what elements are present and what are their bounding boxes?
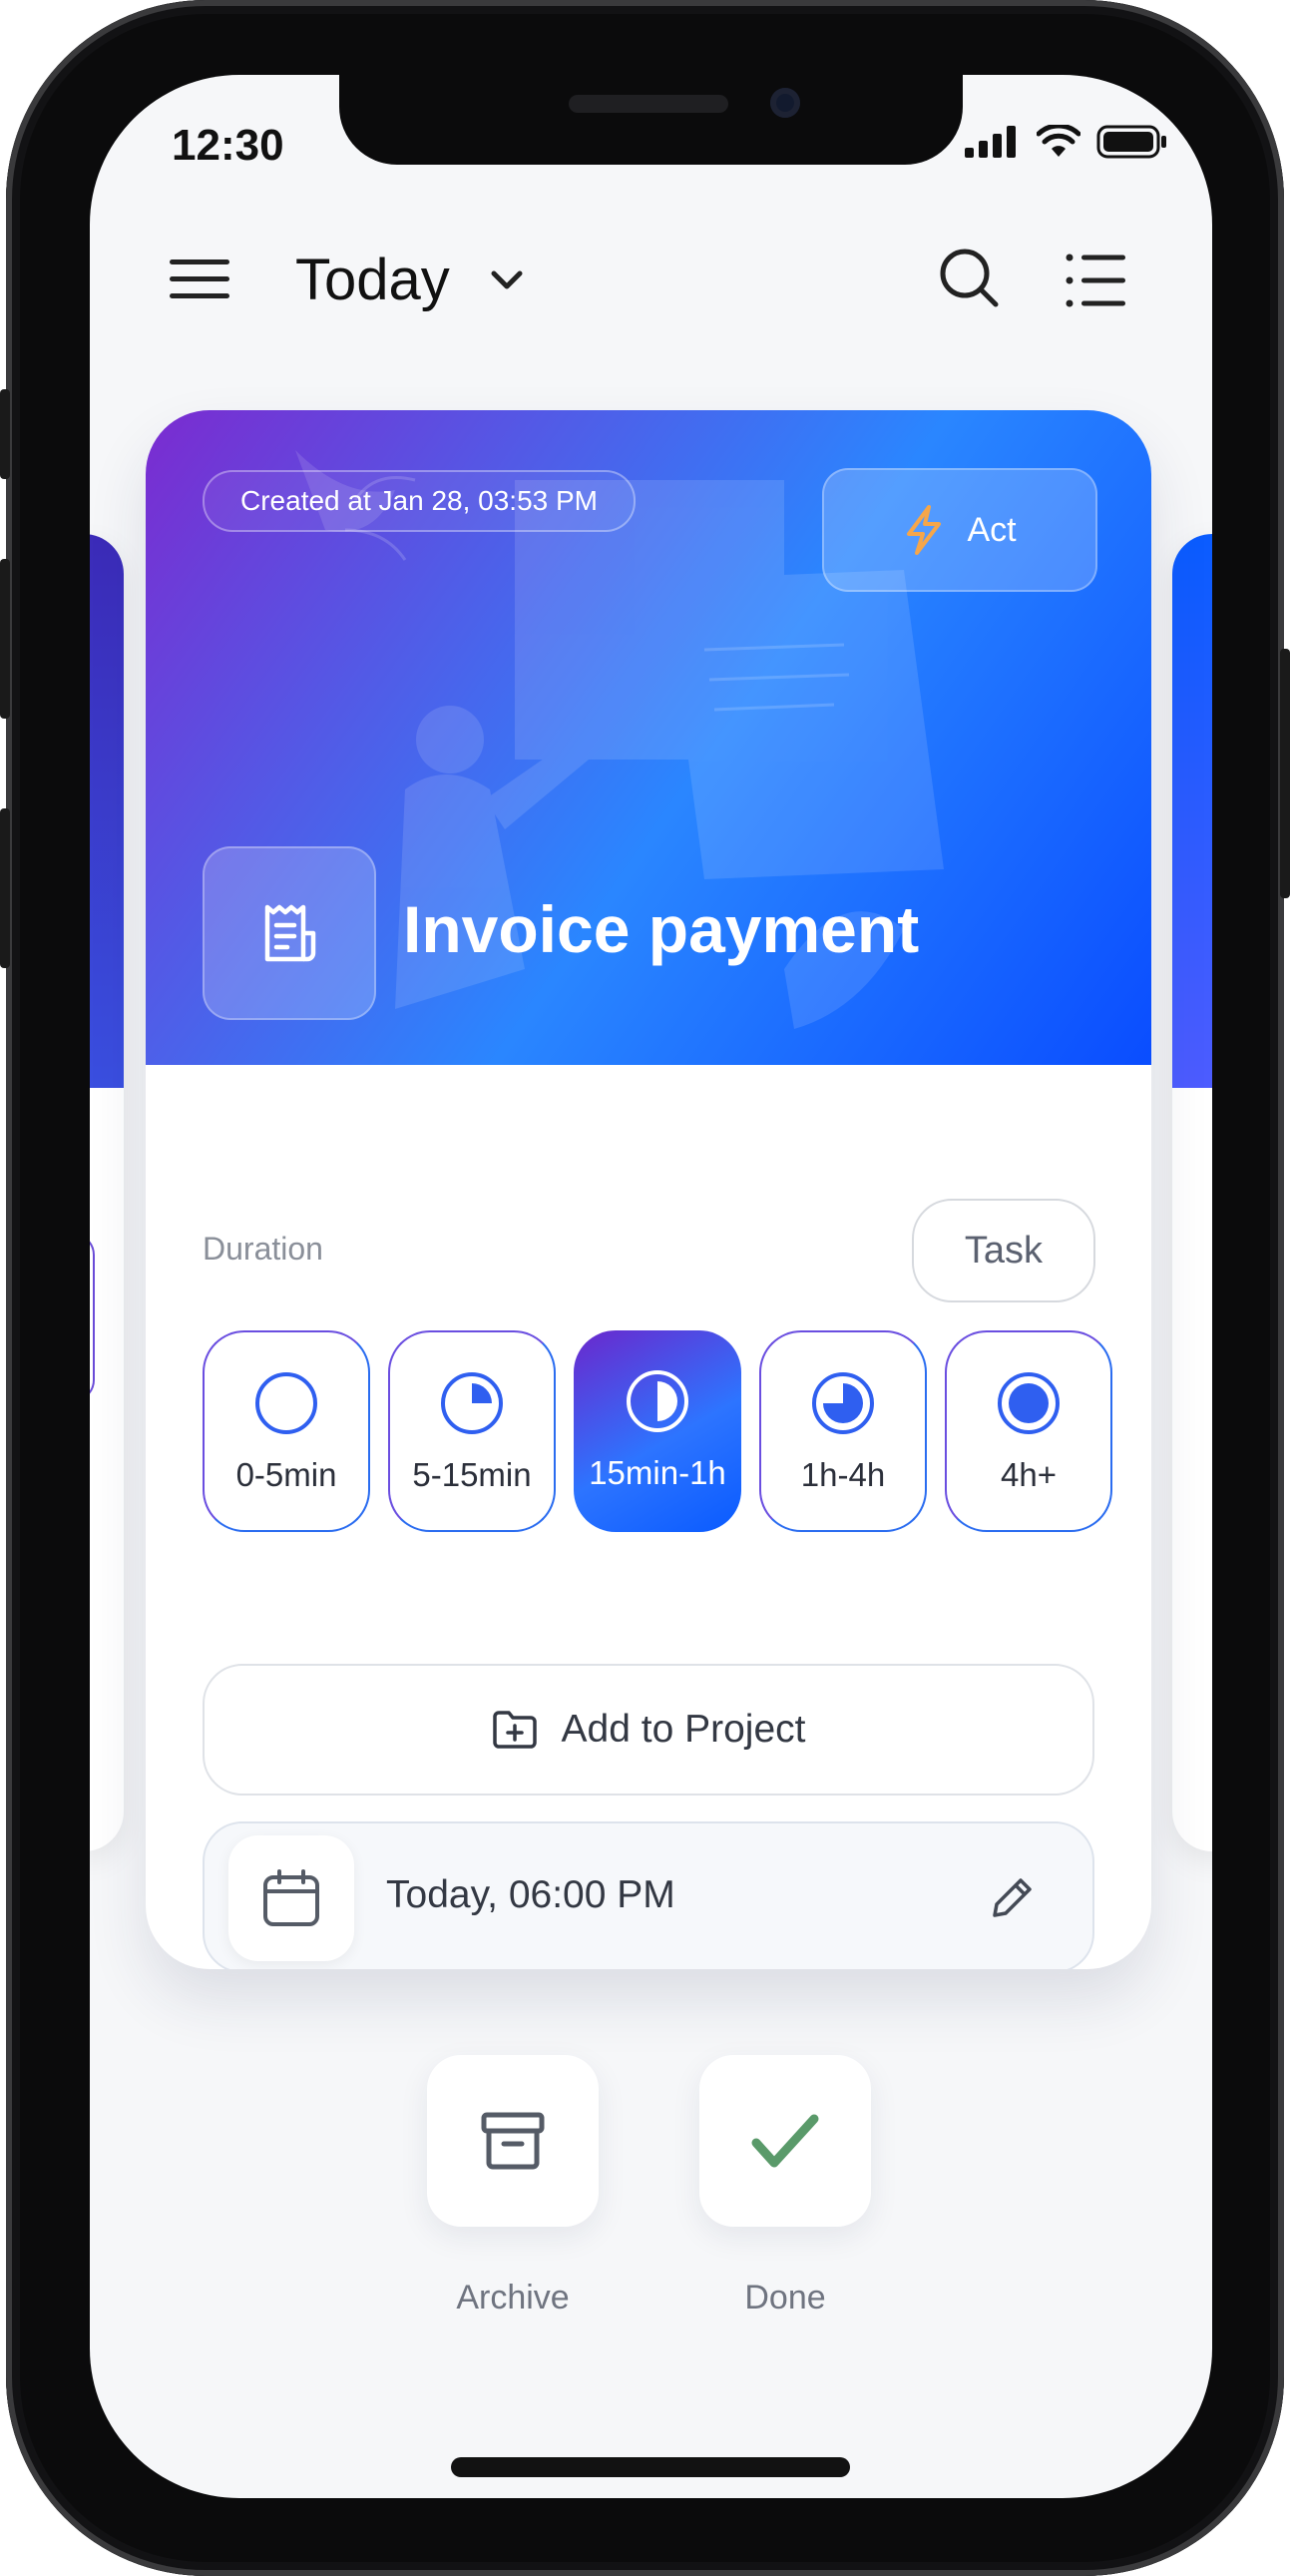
pencil-icon bbox=[993, 1878, 1032, 1917]
duration-progress-icon bbox=[255, 1372, 317, 1434]
power-button bbox=[1280, 649, 1290, 898]
calendar-icon-box bbox=[228, 1835, 354, 1961]
volume-down-button bbox=[0, 808, 10, 968]
task-type-tag[interactable]: Task bbox=[912, 1199, 1095, 1302]
lightning-icon bbox=[907, 505, 942, 555]
signal-icon bbox=[965, 126, 1016, 158]
search-icon bbox=[940, 249, 999, 307]
duration-option-1[interactable]: 5-15min bbox=[388, 1330, 556, 1532]
task-type-icon-box bbox=[203, 846, 376, 1020]
status-icons bbox=[965, 125, 1168, 159]
edit-schedule-button[interactable] bbox=[983, 1867, 1043, 1927]
schedule-row[interactable]: Today, 06:00 PM bbox=[203, 1821, 1094, 1969]
duration-progress-icon bbox=[441, 1372, 503, 1434]
speaker bbox=[569, 95, 728, 113]
next-task-card[interactable] bbox=[1172, 534, 1212, 1851]
duration-progress-icon bbox=[998, 1372, 1060, 1434]
status-time: 12:30 bbox=[172, 121, 284, 170]
task-title: Invoice payment bbox=[403, 892, 920, 966]
done-label: Done bbox=[744, 2279, 826, 2317]
chevron-down-icon bbox=[491, 270, 523, 288]
created-timestamp: Created at Jan 28, 03:53 PM bbox=[203, 470, 636, 532]
duration-option-label: 1h-4h bbox=[800, 1456, 886, 1493]
notch bbox=[339, 75, 963, 165]
duration-options: 0-5min 5-15min 15min-1h 1h-4h 4h+ bbox=[203, 1330, 1112, 1532]
duration-option-label: 0-5min bbox=[235, 1456, 337, 1493]
duration-progress-icon bbox=[627, 1370, 688, 1432]
duration-option-0[interactable]: 0-5min bbox=[203, 1330, 370, 1532]
folder-plus-icon bbox=[492, 1711, 537, 1749]
next-card-hero bbox=[1172, 534, 1212, 1088]
list-view-button[interactable] bbox=[1066, 253, 1127, 308]
view-selector[interactable]: Today bbox=[295, 247, 524, 313]
duration-option-4[interactable]: 4h+ bbox=[945, 1330, 1112, 1532]
app-screen: 12:30 Today Created at Jan 28, 03:53 PM … bbox=[90, 75, 1212, 2498]
phone-frame: 12:30 Today Created at Jan 28, 03:53 PM … bbox=[0, 0, 1290, 2576]
add-to-project-button[interactable]: Add to Project bbox=[203, 1664, 1094, 1796]
add-to-project-label: Add to Project bbox=[561, 1708, 806, 1751]
hamburger-icon bbox=[170, 259, 229, 298]
duration-option-2[interactable]: 15min-1h bbox=[574, 1330, 741, 1532]
menu-button[interactable] bbox=[170, 258, 231, 301]
duration-label: Duration bbox=[203, 1231, 323, 1267]
mute-switch bbox=[0, 389, 10, 479]
duration-option-3[interactable]: 1h-4h bbox=[759, 1330, 927, 1532]
previous-card-chip bbox=[90, 1233, 95, 1402]
task-card: Created at Jan 28, 03:53 PM Act Invoice … bbox=[146, 410, 1151, 1969]
volume-up-button bbox=[0, 559, 10, 719]
archive-label: Archive bbox=[456, 2279, 570, 2317]
previous-card-hero bbox=[90, 534, 124, 1088]
calendar-icon bbox=[263, 1869, 319, 1926]
duration-option-label: 5-15min bbox=[412, 1456, 532, 1493]
receipt-icon bbox=[264, 904, 316, 962]
home-indicator bbox=[451, 2457, 850, 2477]
wifi-icon bbox=[1037, 125, 1080, 157]
duration-option-label: 15min-1h bbox=[589, 1454, 726, 1491]
duration-progress-icon bbox=[812, 1372, 874, 1434]
act-button[interactable]: Act bbox=[822, 468, 1097, 592]
schedule-text: Today, 06:00 PM bbox=[386, 1873, 675, 1916]
page-title: Today bbox=[295, 248, 450, 312]
previous-task-card[interactable] bbox=[90, 534, 124, 1851]
duration-option-label: 4h+ bbox=[1001, 1456, 1057, 1493]
search-button[interactable] bbox=[938, 247, 1000, 308]
list-icon bbox=[1066, 254, 1125, 307]
archive-button[interactable] bbox=[427, 2055, 599, 2227]
act-button-label: Act bbox=[967, 510, 1017, 549]
front-camera bbox=[770, 88, 800, 118]
checkmark-icon bbox=[751, 2114, 819, 2168]
done-button[interactable] bbox=[699, 2055, 871, 2227]
archive-icon bbox=[481, 2112, 545, 2170]
task-card-hero: Created at Jan 28, 03:53 PM Act Invoice … bbox=[146, 410, 1151, 1065]
battery-icon bbox=[1096, 125, 1166, 159]
